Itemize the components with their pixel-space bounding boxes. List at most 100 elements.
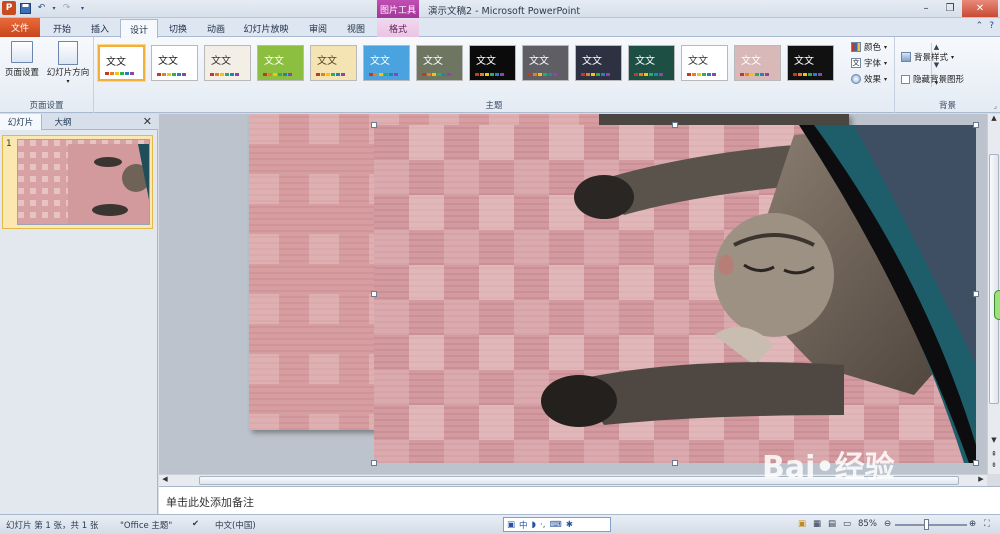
resize-handle-left[interactable] [371,291,377,297]
green-side-tab[interactable] [994,290,1000,320]
theme-color-swatches [475,73,504,76]
ime-settings-icon[interactable]: ✱ [566,520,573,530]
theme-effects-button[interactable]: 效果 ▾ [851,73,887,85]
window-controls: – ❐ ✕ [914,0,998,17]
fonts-icon: 文 [851,58,861,68]
chevron-down-icon: ▾ [66,78,70,85]
minimize-button[interactable]: – [914,0,938,17]
tab-file[interactable]: 文件 [0,18,40,37]
theme-thumbnail[interactable]: 文文 [98,45,145,81]
save-icon[interactable] [19,2,32,15]
theme-color-swatches [157,73,186,76]
language-status: 中文(中国) [215,521,256,531]
resize-handle-bottom[interactable] [672,460,678,466]
ribbon-right-controls: ⌃ ? [976,21,994,31]
theme-thumbnail[interactable]: 文文 [522,45,569,81]
tab-slideshow[interactable]: 幻灯片放映 [236,19,296,37]
quick-access-toolbar: P ↶ ▾ ↷ ▾ [2,1,89,15]
slide-sorter-icon[interactable]: ▦ [813,519,821,529]
tab-view[interactable]: 视图 [338,19,374,37]
group-themes: 文文 文文 文文 文文 文文 文文 文文 文文 文文 文文 文文 文文 文文 文文 ▲ ▼ ▾ 颜色 ▾ 文… [94,37,939,113]
ime-keyboard-icon[interactable]: ⌨ [549,520,561,530]
scroll-right-icon[interactable]: ▶ [975,475,987,486]
theme-color-swatches [263,73,292,76]
vertical-scroll-thumb[interactable] [989,154,999,404]
customize-toolbar-icon[interactable]: ▾ [76,2,89,15]
resize-handle-bottom-left[interactable] [371,460,377,466]
restore-button[interactable]: ❐ [938,0,962,17]
tab-design[interactable]: 设计 [120,19,158,38]
theme-sample-text: 文文 [635,56,655,67]
zoom-out-icon[interactable]: ⊖ [884,519,891,529]
powerpoint-logo-icon[interactable]: P [2,1,16,15]
previous-slide-icon[interactable]: ⇞ [988,450,1000,460]
tab-slides[interactable]: 幻灯片 [0,114,42,130]
tab-outline[interactable]: 大纲 [42,114,84,130]
resize-handle-top-right[interactable] [973,122,979,128]
redo-icon[interactable]: ↷ [60,2,73,15]
theme-thumbnail[interactable]: 文文 [151,45,198,81]
resize-handle-top[interactable] [672,122,678,128]
theme-thumbnail[interactable]: 文文 [469,45,516,81]
cat-picture[interactable] [374,125,976,463]
slideshow-view-icon[interactable]: ▭ [843,519,851,529]
group-page-setup: 页面设置 幻灯片方向 ▾ 页面设置 [0,37,94,113]
zoom-slider-knob[interactable] [924,519,929,530]
tab-transitions[interactable]: 切换 [160,19,196,37]
notes-placeholder: 单击此处添加备注 [166,496,254,509]
theme-thumbnail[interactable]: 文文 [416,45,463,81]
spellcheck-icon[interactable]: ✔ [192,519,199,529]
theme-sample-text: 文文 [158,56,178,67]
undo-icon[interactable]: ↶ [35,2,48,15]
theme-fonts-button[interactable]: 文 字体 ▾ [851,57,887,69]
theme-thumbnail[interactable]: 文文 [363,45,410,81]
theme-thumbnail[interactable]: 文文 [787,45,834,81]
hide-background-graphics-checkbox[interactable]: 隐藏背景图形 [901,73,964,85]
theme-colors-button[interactable]: 颜色 ▾ [851,41,887,53]
help-icon[interactable]: ? [989,21,994,31]
page-setup-button[interactable]: 页面设置 [0,41,44,78]
group-background: 背景样式 ▾ 隐藏背景图形 背景 ⌟ [895,37,1000,113]
resize-handle-top-left[interactable] [371,122,377,128]
tab-format[interactable]: 格式 [377,19,419,37]
resize-handle-bottom-right[interactable] [973,460,979,466]
scroll-up-icon[interactable]: ▲ [988,114,1000,124]
minimize-ribbon-icon[interactable]: ⌃ [976,21,984,31]
scroll-down-icon[interactable]: ▼ [988,436,1000,446]
theme-thumbnail[interactable]: 文文 [575,45,622,81]
slide-canvas [159,114,987,474]
theme-thumbnail[interactable]: 文文 [628,45,675,81]
tab-insert[interactable]: 插入 [82,19,118,37]
zoom-level[interactable]: 85% [858,519,877,529]
ime-punctuation-icon[interactable]: ◗ [532,520,536,530]
ime-mode[interactable]: 中 [519,519,528,531]
dialog-launcher-icon[interactable]: ⌟ [994,102,997,110]
theme-thumbnail[interactable]: 文文 [257,45,304,81]
ime-symbol-icon[interactable]: ·, [540,520,545,530]
tab-animations[interactable]: 动画 [198,19,234,37]
close-button[interactable]: ✕ [962,0,998,17]
undo-dropdown-icon[interactable]: ▾ [51,2,57,15]
theme-thumbnail[interactable]: 文文 [681,45,728,81]
ribbon: 页面设置 幻灯片方向 ▾ 页面设置 文文 文文 文文 文文 文文 文文 文文 文文 文文 文文 文文… [0,37,1000,113]
slide-orientation-button[interactable]: 幻灯片方向 ▾ [44,41,92,85]
next-slide-icon[interactable]: ⇟ [988,461,1000,471]
close-pane-icon[interactable]: ✕ [143,115,152,128]
theme-thumbnail[interactable]: 文文 [734,45,781,81]
tab-home[interactable]: 开始 [44,19,80,37]
slide-thumbnail-selected[interactable]: 1 [2,135,153,229]
ime-toolbar[interactable]: ▣ 中 ◗ ·, ⌨ ✱ [503,517,611,532]
resize-handle-right[interactable] [973,291,979,297]
reading-view-icon[interactable]: ▤ [828,519,836,529]
zoom-in-icon[interactable]: ⊕ [969,519,976,529]
background-styles-button[interactable]: 背景样式 ▾ [901,51,954,63]
zoom-slider[interactable] [895,524,967,526]
theme-thumbnail[interactable]: 文文 [204,45,251,81]
fit-to-window-icon[interactable]: ⛶ [984,519,990,529]
scroll-left-icon[interactable]: ◀ [159,475,171,486]
normal-view-icon[interactable]: ▣ [798,519,806,529]
tab-review[interactable]: 审阅 [300,19,336,37]
slide-orientation-icon [58,41,78,65]
ime-logo-icon[interactable]: ▣ [507,520,515,530]
theme-thumbnail[interactable]: 文文 [310,45,357,81]
